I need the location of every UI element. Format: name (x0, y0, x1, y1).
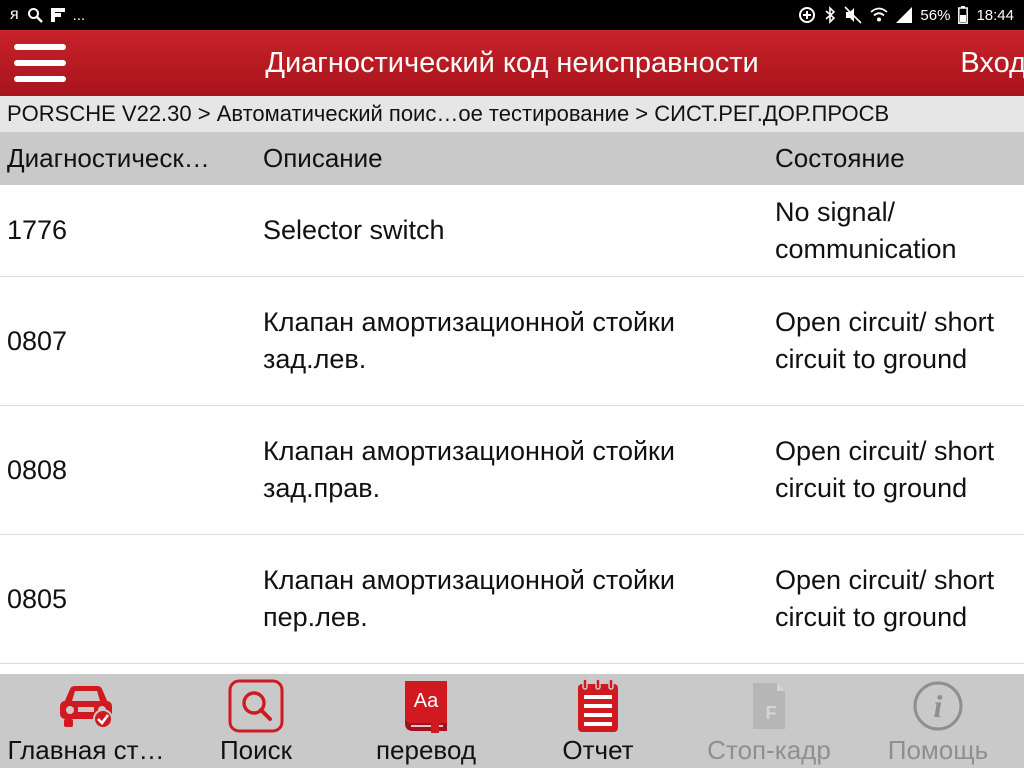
table-row[interactable]: 0808 Клапан амортизационной стойки зад.п… (0, 406, 1024, 535)
search-icon (226, 678, 286, 734)
menu-icon-bar (14, 60, 66, 66)
column-header-status: Состояние (775, 143, 905, 173)
battery-level: 56% (920, 6, 951, 24)
report-label: Отчет (562, 735, 634, 765)
mute-icon (844, 6, 862, 24)
translate-label: перевод (375, 735, 477, 765)
help-button[interactable]: i Помощь (853, 674, 1023, 768)
svg-text:i: i (934, 688, 943, 724)
translate-icon: Aa (396, 678, 456, 734)
search-label: Поиск (219, 735, 293, 765)
battery-icon (958, 6, 969, 24)
dtc-code: 1776 (7, 215, 68, 245)
table-header: Диагностическ… Описание Состояние (0, 132, 1024, 185)
page-title: Диагностический код неисправности (265, 47, 759, 79)
dtc-description: Клапан амортизационной стойки зад.прав. (263, 436, 675, 503)
svg-text:Aa: Aa (414, 690, 439, 712)
freeze-frame-icon: F (739, 678, 799, 734)
dtc-code: 0807 (7, 325, 68, 356)
bottom-toolbar: Главная ст… Поиск Aa перевод Отчет F Сто… (0, 674, 1024, 768)
translate-button[interactable]: Aa перевод (341, 674, 511, 768)
dtc-table: 1776 Selector switch No signal/ communic… (0, 185, 1024, 664)
data-saver-icon (798, 6, 816, 24)
search-icon (27, 6, 43, 24)
dtc-status: Open circuit/ short circuit to ground (775, 565, 995, 632)
flipboard-icon (50, 6, 65, 24)
dtc-code: 0805 (7, 583, 68, 614)
dtc-status: No signal/ communication (775, 196, 957, 264)
status-bar-left: я ... (10, 6, 85, 24)
search-button[interactable]: Поиск (171, 674, 341, 768)
clock: 18:44 (976, 6, 1014, 24)
status-bar-right: 56% 18:44 (798, 6, 1014, 24)
more-icon: ... (72, 6, 86, 24)
svg-text:F: F (766, 703, 777, 723)
dtc-description: Selector switch (263, 215, 445, 245)
dtc-status: Open circuit/ short circuit to ground (775, 307, 995, 374)
column-header-description: Описание (263, 143, 383, 173)
dtc-description: Клапан амортизационной стойки пер.лев. (263, 565, 675, 632)
signal-icon (896, 6, 913, 24)
table-row[interactable]: 0805 Клапан амортизационной стойки пер.л… (0, 535, 1024, 664)
menu-icon-bar (14, 76, 66, 82)
menu-icon (14, 44, 66, 50)
report-icon (568, 678, 628, 734)
wifi-icon (870, 6, 889, 24)
freeze-frame-label: Стоп-кадр (707, 735, 831, 765)
dtc-description: Клапан амортизационной стойки зад.лев. (263, 307, 675, 374)
status-bar: я ... 56% 18:44 (0, 0, 1024, 30)
freeze-frame-button[interactable]: F Стоп-кадр (684, 674, 854, 768)
breadcrumb: PORSCHE V22.30 > Автоматический поис…ое … (0, 96, 1024, 132)
bluetooth-icon (824, 6, 836, 24)
help-icon: i (908, 678, 968, 734)
help-label: Помощь (887, 735, 989, 765)
yandex-icon: я (10, 6, 19, 23)
table-row[interactable]: 1776 Selector switch No signal/ communic… (0, 185, 1024, 277)
menu-button[interactable] (14, 42, 66, 84)
table-row[interactable]: 0807 Клапан амортизационной стойки зад.л… (0, 277, 1024, 406)
column-header-code: Диагностическ… (7, 143, 210, 173)
home-label: Главная ст… (7, 735, 165, 765)
dtc-status: Open circuit/ short circuit to ground (775, 436, 995, 503)
home-button[interactable]: Главная ст… (1, 674, 171, 768)
login-button[interactable]: Вход (960, 30, 1024, 96)
report-button[interactable]: Отчет (513, 674, 683, 768)
app-bar: Диагностический код неисправности Вход (0, 30, 1024, 96)
car-home-icon (56, 678, 116, 734)
dtc-code: 0808 (7, 454, 68, 485)
